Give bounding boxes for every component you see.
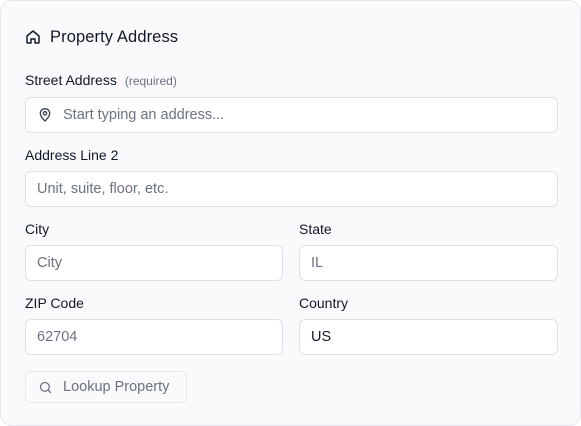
zip-field[interactable]	[25, 319, 283, 355]
lookup-property-label: Lookup Property	[63, 379, 170, 395]
zip-label: ZIP Code	[25, 295, 84, 311]
map-pin-icon	[37, 107, 53, 123]
street-address-label-text: Street Address	[25, 72, 117, 88]
property-address-card: Property Address Street Address (require…	[0, 0, 581, 426]
zip-label-text: ZIP Code	[25, 295, 84, 311]
state-label-text: State	[299, 221, 332, 237]
zip-input[interactable]	[37, 329, 271, 345]
city-input[interactable]	[37, 255, 271, 271]
state-field[interactable]	[299, 245, 558, 281]
country-input[interactable]	[311, 329, 546, 345]
address-line2-label: Address Line 2	[25, 147, 118, 163]
street-address-input[interactable]	[63, 107, 546, 123]
section-header: Property Address	[25, 27, 178, 47]
required-hint: (required)	[124, 74, 177, 88]
address-line2-input[interactable]	[37, 181, 546, 197]
address-line2-label-text: Address Line 2	[25, 147, 119, 163]
search-icon	[38, 380, 53, 395]
city-label: City	[25, 221, 49, 237]
address-line2-field[interactable]	[25, 171, 558, 207]
country-label: Country	[299, 295, 348, 311]
street-address-label: Street Address (required)	[25, 72, 177, 88]
country-label-text: Country	[299, 295, 349, 311]
city-label-text: City	[25, 221, 50, 237]
lookup-property-button[interactable]: Lookup Property	[25, 371, 187, 403]
state-input[interactable]	[311, 255, 546, 271]
home-icon	[25, 29, 41, 45]
country-field[interactable]	[299, 319, 558, 355]
city-field[interactable]	[25, 245, 283, 281]
state-label: State	[299, 221, 332, 237]
street-address-field[interactable]	[25, 97, 558, 133]
section-title: Property Address	[50, 27, 179, 46]
